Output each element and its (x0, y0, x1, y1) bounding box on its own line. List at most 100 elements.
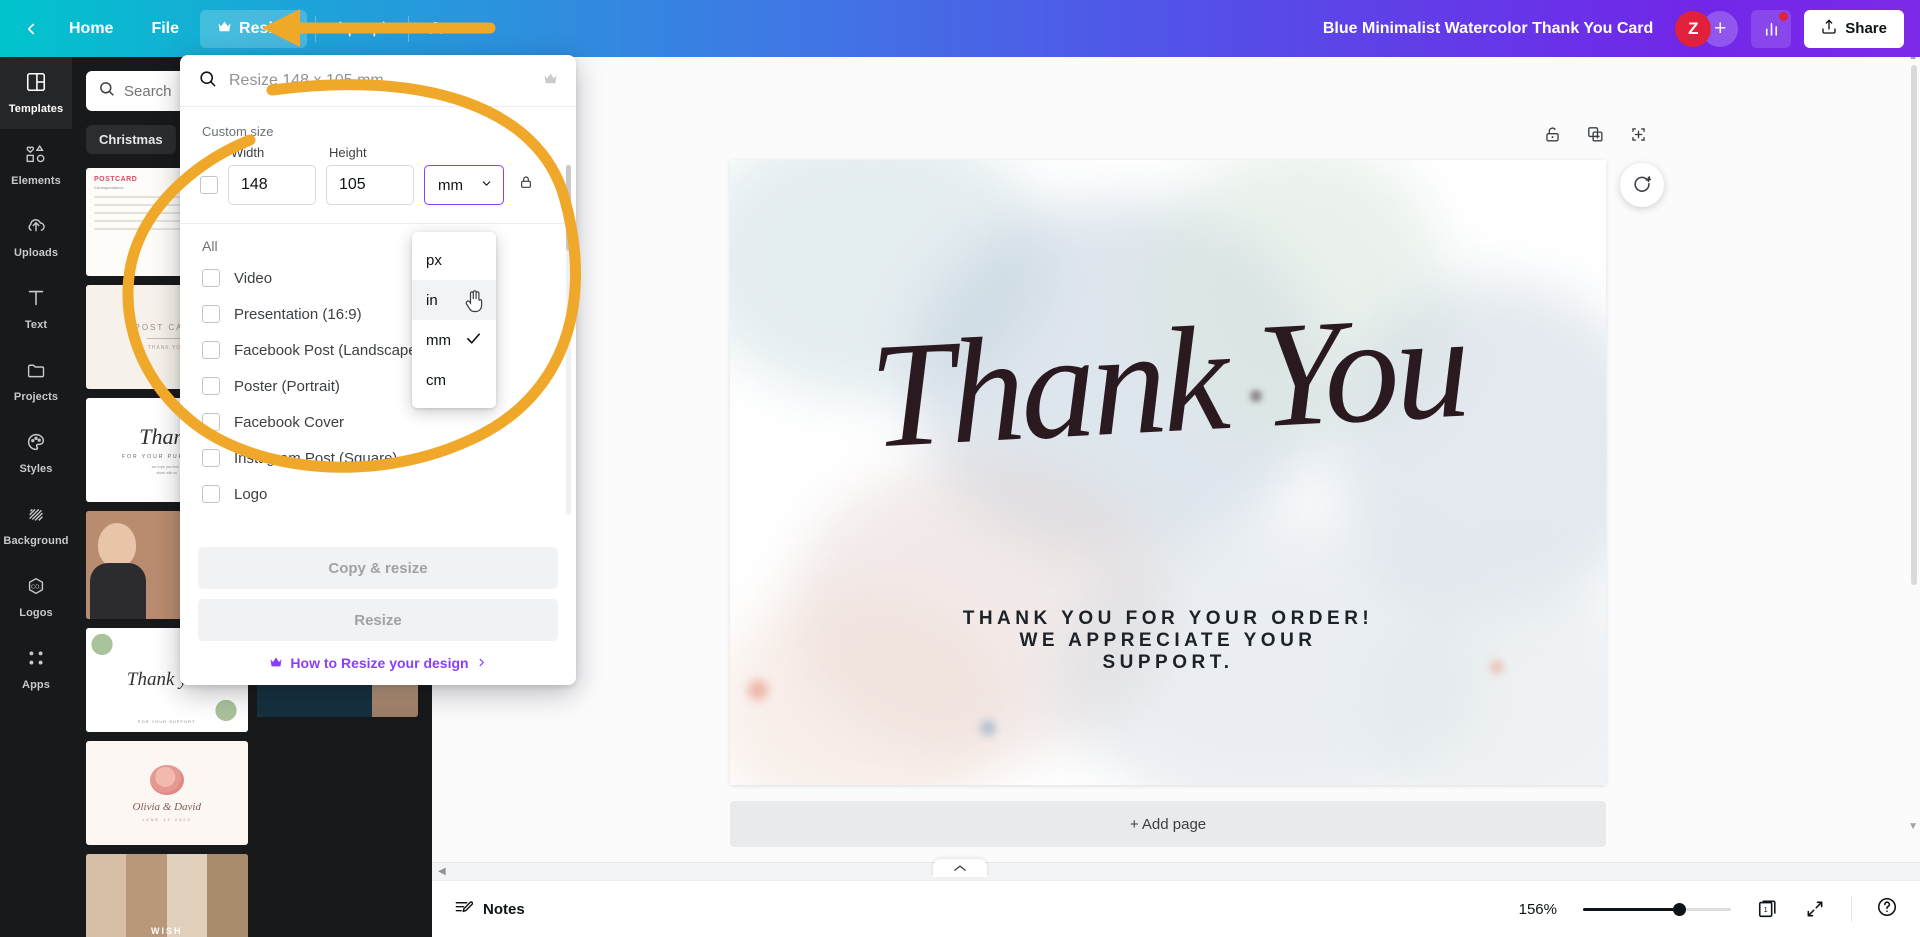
popover-scrollbar[interactable] (566, 165, 571, 251)
size-option-label: Facebook Post (Landscape) (234, 341, 422, 359)
unit-option-cm[interactable]: cm (412, 360, 496, 400)
sidebar-item-apps[interactable]: Apps (0, 633, 72, 705)
notes-button[interactable]: Notes (454, 898, 525, 921)
size-option-label: Poster (Portrait) (234, 377, 340, 395)
resize-search-box[interactable]: Resize 148 x 105 mm (180, 55, 576, 107)
width-label: Width (231, 145, 265, 160)
checkbox[interactable] (202, 449, 220, 467)
templates-icon (25, 71, 47, 98)
copy-and-resize-button[interactable]: Copy & resize (198, 547, 558, 589)
unit-option-px[interactable]: px (412, 240, 496, 280)
undo-icon[interactable] (324, 10, 362, 48)
back-button[interactable] (14, 12, 48, 46)
size-option-facebook-post[interactable]: Facebook Post (Landscape) (180, 332, 576, 368)
notes-pencil-icon (454, 898, 474, 921)
width-input[interactable] (228, 165, 316, 205)
sidebar-item-uploads[interactable]: Uploads (0, 201, 72, 273)
bar-chart-icon[interactable] (1751, 9, 1792, 48)
checkbox[interactable] (202, 341, 220, 359)
zoom-slider-knob[interactable] (1673, 903, 1686, 916)
zoom-slider[interactable] (1583, 900, 1731, 918)
canvas-vertical-scrollbar[interactable] (1911, 65, 1917, 585)
unit-select[interactable]: mm (424, 165, 504, 205)
sidebar-label-elements: Elements (11, 175, 61, 187)
custom-size-label: Custom size (202, 124, 274, 139)
elements-icon (24, 143, 48, 170)
design-subline-3[interactable]: SUPPORT. (730, 652, 1606, 674)
expand-icon[interactable] (1805, 899, 1825, 919)
text-icon (25, 287, 47, 314)
sidebar-item-templates[interactable]: Templates (0, 57, 72, 129)
menu-file[interactable]: File (134, 10, 196, 48)
redo-icon[interactable] (362, 10, 400, 48)
sidebar-label-logos: Logos (19, 607, 53, 619)
sidebar-label-uploads: Uploads (13, 247, 59, 259)
resize-popover-body: Custom size Width Height mm (180, 107, 576, 537)
share-label: Share (1845, 20, 1887, 37)
resize-button[interactable]: Resize (198, 599, 558, 641)
collapse-panel-button[interactable] (933, 859, 987, 877)
add-page-icon[interactable] (1629, 125, 1648, 149)
design-canvas-page[interactable]: Thank You THANK YOU FOR YOUR ORDER! WE A… (730, 160, 1606, 785)
size-option-facebook-cover[interactable]: Facebook Cover (180, 404, 576, 440)
menu-home[interactable]: Home (52, 10, 130, 48)
checkbox[interactable] (202, 377, 220, 395)
status-badge (1779, 11, 1789, 21)
scroll-left-arrow[interactable]: ◀ (438, 866, 446, 877)
unlock-icon[interactable] (1543, 125, 1562, 149)
resize-popover: Resize 148 x 105 mm Custom size Width He… (180, 55, 576, 685)
template-card[interactable]: WISH (86, 854, 248, 937)
sidebar-item-text[interactable]: Text (0, 273, 72, 345)
checkbox[interactable] (202, 485, 220, 503)
canvas-horizontal-scrollbar[interactable]: ◀ (432, 862, 1920, 880)
scroll-down-arrow[interactable]: ▼ (1908, 821, 1918, 832)
design-subline-2[interactable]: WE APPRECIATE YOUR (730, 630, 1606, 652)
logo-hexagon-icon: CO. (24, 575, 48, 602)
checkbox[interactable] (202, 269, 220, 287)
size-option-logo[interactable]: Logo (180, 476, 576, 512)
sidebar-item-projects[interactable]: Projects (0, 345, 72, 417)
template-card[interactable]: Olivia & David JUNE 12 2023 (86, 741, 248, 845)
how-to-resize-link[interactable]: How to Resize your design (198, 655, 558, 671)
sidebar-item-logos[interactable]: CO. Logos (0, 561, 72, 633)
avatar[interactable]: Z (1675, 10, 1712, 47)
share-button[interactable]: Share (1804, 9, 1904, 48)
sidebar-label-apps: Apps (22, 679, 50, 691)
svg-text:CO.: CO. (31, 584, 41, 590)
top-toolbar: Home File Resize Blue Minimalist Waterco… (0, 0, 1920, 57)
duplicate-page-icon[interactable] (1586, 125, 1605, 149)
checkbox[interactable] (202, 413, 220, 431)
design-subline-1[interactable]: THANK YOU FOR YOUR ORDER! (730, 608, 1606, 630)
sidebar-item-background[interactable]: Background (0, 489, 72, 561)
scroll-up-arrow[interactable]: ▲ (1908, 57, 1918, 62)
page-manager-icon[interactable]: 1 (1757, 898, 1779, 920)
how-to-resize-label: How to Resize your design (290, 655, 469, 671)
sidebar-label-templates: Templates (8, 103, 64, 115)
size-option-instagram-post[interactable]: Instagram Post (Square) (180, 440, 576, 476)
document-title[interactable]: Blue Minimalist Watercolor Thank You Car… (1323, 20, 1653, 38)
sidebar-label-projects: Projects (13, 390, 59, 403)
magic-switch-icon[interactable] (1620, 163, 1664, 207)
size-option-presentation[interactable]: Presentation (16:9) (180, 296, 576, 332)
height-field-group: Height (326, 145, 414, 205)
height-input[interactable] (326, 165, 414, 205)
question-circle-icon[interactable] (1876, 896, 1898, 923)
menu-resize[interactable]: Resize (200, 9, 307, 48)
size-option-poster[interactable]: Poster (Portrait) (180, 368, 576, 404)
size-option-label: Video (234, 269, 273, 287)
size-option-label: Instagram Post (Square) (234, 449, 398, 467)
zoom-level-value[interactable]: 156% (1519, 901, 1557, 918)
watercolor-speck (980, 720, 996, 736)
sidebar-label-text: Text (24, 319, 48, 331)
sidebar-item-elements[interactable]: Elements (0, 129, 72, 201)
checkbox[interactable] (202, 305, 220, 323)
lock-ratio-icon[interactable] (518, 174, 534, 195)
unit-option-mm[interactable]: mm (412, 320, 496, 360)
unit-option-label: mm (426, 331, 451, 349)
cloud-sync-icon[interactable] (417, 10, 455, 48)
chip-christmas[interactable]: Christmas (86, 125, 176, 154)
add-page-button[interactable]: + Add page (730, 801, 1606, 847)
sidebar-item-styles[interactable]: Styles (0, 417, 72, 489)
custom-size-checkbox[interactable] (200, 176, 218, 194)
size-option-video[interactable]: Video (180, 260, 576, 296)
